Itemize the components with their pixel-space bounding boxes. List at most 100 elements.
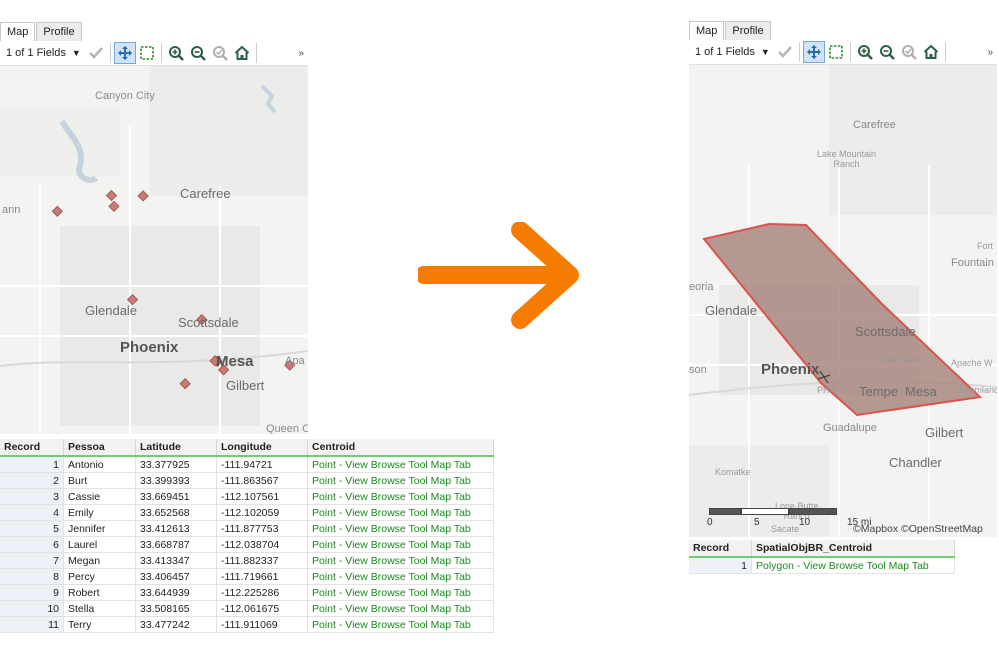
zoom-in-icon[interactable] bbox=[166, 43, 186, 63]
scale-bar bbox=[709, 508, 837, 515]
column-header[interactable]: Latitude bbox=[135, 439, 217, 457]
table-row[interactable]: 11 Terry 33.477242 -111.911069 Point - View … bbox=[0, 616, 494, 633]
place-label: Glendale bbox=[705, 303, 758, 318]
pan-icon[interactable] bbox=[113, 42, 136, 64]
left-map-toolbar: 1 of 1 Fields ▼ » bbox=[0, 41, 308, 66]
place-label: Lake Mountain Ranch bbox=[817, 149, 877, 169]
centroid-link[interactable]: Point - View Browse Tool Map Tab bbox=[307, 456, 494, 473]
pan-icon[interactable] bbox=[802, 41, 825, 63]
table-row[interactable]: 4 Emily 33.652568 -112.102059 Point - View B… bbox=[0, 504, 494, 521]
tab-profile[interactable]: Profile bbox=[36, 22, 82, 41]
map-point-marker[interactable] bbox=[108, 200, 120, 213]
zoom-out-icon[interactable] bbox=[188, 43, 208, 63]
centroid-link[interactable]: Point - View Browse Tool Map Tab bbox=[307, 520, 494, 537]
column-header[interactable]: Record bbox=[0, 439, 64, 457]
record-cell: 5 bbox=[0, 520, 64, 537]
tab-map[interactable]: Map bbox=[0, 22, 36, 42]
table-row[interactable]: 5 Jennifer 33.412613 -111.877753 Point - Vie… bbox=[0, 520, 494, 537]
centroid-link[interactable]: Point - View Browse Tool Map Tab bbox=[307, 472, 494, 489]
table-row[interactable]: 8 Percy 33.406457 -111.719661 Point - View B… bbox=[0, 568, 494, 585]
left-map-panel: Map Profile 1 of 1 Fields ▼ » Canyon Cit… bbox=[0, 22, 308, 434]
zoom-out-icon[interactable] bbox=[877, 42, 897, 62]
centroid-link[interactable]: Polygon - View Browse Tool Map Tab bbox=[751, 557, 955, 574]
table-row[interactable]: 7 Megan 33.413347 -111.882337 Point - View B… bbox=[0, 552, 494, 569]
table-header-row: Record SpatialObjBR_Centroid bbox=[689, 540, 955, 558]
record-cell: 11 bbox=[0, 616, 64, 633]
place-label: Guadalupe bbox=[823, 422, 877, 434]
lasso-select-icon[interactable] bbox=[137, 43, 157, 63]
chevron-down-icon[interactable]: ▼ bbox=[72, 48, 81, 58]
table-row[interactable]: 9 Robert 33.644939 -112.225286 Point - View … bbox=[0, 584, 494, 601]
toolbar-divider bbox=[849, 42, 851, 62]
home-icon[interactable] bbox=[921, 42, 941, 62]
table-row[interactable]: 1 Antonio 33.377925 -111.94721 Point - View … bbox=[0, 456, 494, 473]
map-attribution[interactable]: ©Mapbox ©OpenStreetMap bbox=[853, 523, 983, 535]
centroid-link[interactable]: Point - View Browse Tool Map Tab bbox=[307, 552, 494, 569]
latitude-cell: 33.413347 bbox=[135, 552, 217, 569]
centroid-link[interactable]: Point - View Browse Tool Map Tab bbox=[307, 600, 494, 617]
place-label: Komatke bbox=[715, 467, 751, 477]
latitude-cell: 33.508165 bbox=[135, 600, 217, 617]
place-label: Scottsdale bbox=[178, 315, 239, 330]
right-table-body: 1 Polygon - View Browse Tool Map Tab bbox=[689, 557, 955, 574]
place-label: Mesa bbox=[216, 353, 254, 370]
chevron-down-icon[interactable]: ▼ bbox=[761, 47, 770, 57]
checkmark-icon[interactable] bbox=[86, 43, 106, 63]
map-point-marker[interactable] bbox=[51, 205, 63, 217]
column-header[interactable]: SpatialObjBR_Centroid bbox=[751, 540, 955, 558]
pessoa-cell: Megan bbox=[63, 552, 136, 569]
table-row[interactable]: 1 Polygon - View Browse Tool Map Tab bbox=[689, 557, 955, 574]
table-row[interactable]: 2 Burt 33.399393 -111.863567 Point - View Br… bbox=[0, 472, 494, 489]
place-label: Fort bbox=[977, 241, 994, 251]
latitude-cell: 33.406457 bbox=[135, 568, 217, 585]
right-results-table: Record SpatialObjBR_Centroid 1 Polygon -… bbox=[689, 540, 955, 574]
column-header[interactable]: Longitude bbox=[216, 439, 308, 457]
place-label: son bbox=[689, 364, 707, 376]
scale-label: 0 bbox=[707, 517, 713, 528]
left-tab-strip: Map Profile bbox=[0, 22, 83, 42]
map-point-marker[interactable] bbox=[137, 190, 149, 202]
centroid-link[interactable]: Point - View Browse Tool Map Tab bbox=[307, 536, 494, 553]
tab-profile[interactable]: Profile bbox=[725, 21, 771, 40]
column-header[interactable]: Centroid bbox=[307, 439, 494, 457]
centroid-link[interactable]: Point - View Browse Tool Map Tab bbox=[307, 568, 494, 585]
zoom-selection-icon[interactable] bbox=[899, 42, 919, 62]
latitude-cell: 33.477242 bbox=[135, 616, 217, 633]
place-label: Chandler bbox=[889, 455, 942, 470]
place-label: Fountain Hi bbox=[951, 257, 997, 269]
fields-selector[interactable]: 1 of 1 Fields bbox=[0, 47, 66, 59]
right-tab-strip: Map Profile bbox=[689, 21, 772, 41]
record-cell: 1 bbox=[689, 557, 752, 574]
table-row[interactable]: 10 Stella 33.508165 -112.061675 Point - View… bbox=[0, 600, 494, 617]
right-map-canvas[interactable]: Carefree Lake Mountain Ranch Fort Founta… bbox=[689, 65, 997, 537]
table-row[interactable]: 6 Laurel 33.668787 -112.038704 Point - View … bbox=[0, 536, 494, 553]
latitude-cell: 33.377925 bbox=[135, 456, 217, 473]
centroid-link[interactable]: Point - View Browse Tool Map Tab bbox=[307, 504, 494, 521]
overflow-menu-icon[interactable]: » bbox=[298, 48, 304, 59]
overflow-menu-icon[interactable]: » bbox=[987, 47, 993, 58]
longitude-cell: -111.94721 bbox=[216, 456, 308, 473]
place-label: Apa bbox=[285, 355, 305, 367]
left-map-canvas[interactable]: Canyon City Carefree ann Glendale Scotts… bbox=[0, 66, 308, 434]
centroid-link[interactable]: Point - View Browse Tool Map Tab bbox=[307, 488, 494, 505]
zoom-selection-icon[interactable] bbox=[210, 43, 230, 63]
fields-selector[interactable]: 1 of 1 Fields bbox=[689, 46, 755, 58]
pessoa-cell: Terry bbox=[63, 616, 136, 633]
lasso-select-icon[interactable] bbox=[826, 42, 846, 62]
pessoa-cell: Burt bbox=[63, 472, 136, 489]
home-icon[interactable] bbox=[232, 43, 252, 63]
centroid-link[interactable]: Point - View Browse Tool Map Tab bbox=[307, 584, 494, 601]
table-row[interactable]: 3 Cassie 33.669451 -112.107561 Point - View … bbox=[0, 488, 494, 505]
record-cell: 10 bbox=[0, 600, 64, 617]
checkmark-icon[interactable] bbox=[775, 42, 795, 62]
tab-map[interactable]: Map bbox=[689, 21, 725, 41]
column-header[interactable]: Pessoa bbox=[63, 439, 136, 457]
pessoa-cell: Percy bbox=[63, 568, 136, 585]
longitude-cell: -112.061675 bbox=[216, 600, 308, 617]
centroid-link[interactable]: Point - View Browse Tool Map Tab bbox=[307, 616, 494, 633]
column-header[interactable]: Record bbox=[689, 540, 752, 558]
map-point-marker[interactable] bbox=[105, 189, 118, 202]
zoom-in-icon[interactable] bbox=[855, 42, 875, 62]
toolbar-divider bbox=[255, 43, 257, 63]
pessoa-cell: Antonio bbox=[63, 456, 136, 473]
